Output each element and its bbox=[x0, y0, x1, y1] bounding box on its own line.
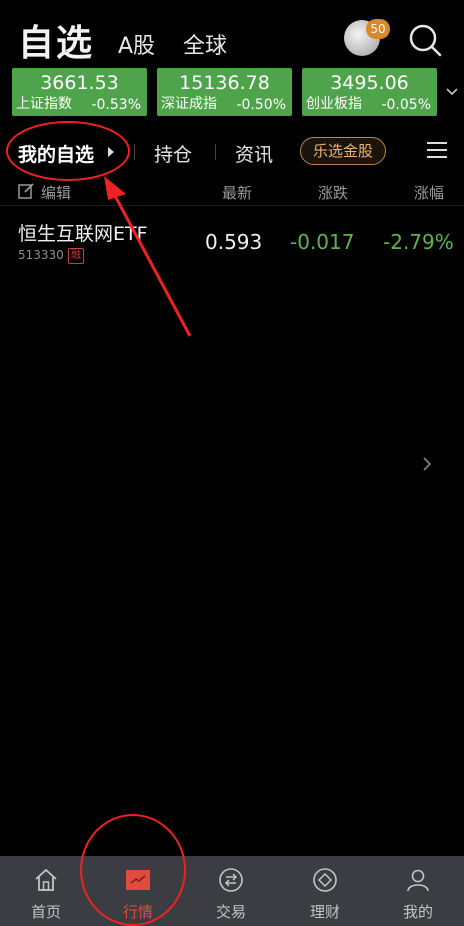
index-card-shanghai[interactable]: 3661.53 上证指数 -0.53% bbox=[12, 68, 147, 116]
nav-label: 首页 bbox=[30, 903, 61, 921]
index-change: -0.53% bbox=[91, 97, 141, 113]
stock-code: 513330 bbox=[18, 248, 64, 262]
nav-label: 交易 bbox=[215, 903, 246, 921]
index-value: 15136.78 bbox=[179, 72, 270, 94]
nav-label: 我的 bbox=[402, 903, 433, 921]
home-icon bbox=[35, 868, 57, 891]
stock-change: -0.017 bbox=[290, 230, 355, 254]
nav-label: 理财 bbox=[309, 903, 340, 921]
tab-news[interactable]: 资讯 bbox=[235, 140, 273, 167]
annotation-circle bbox=[6, 121, 130, 181]
page-title: 自选 bbox=[18, 23, 95, 64]
bottom-nav: 首页 行情 交易 理财 我的 bbox=[0, 856, 464, 926]
edit-icon[interactable] bbox=[17, 182, 35, 200]
nav-finance[interactable]: 理财 bbox=[279, 856, 371, 926]
nav-profile[interactable]: 我的 bbox=[372, 856, 464, 926]
index-value: 3495.06 bbox=[330, 72, 409, 94]
trade-icon bbox=[219, 868, 243, 892]
margin-badge: 融 bbox=[68, 248, 84, 264]
index-value: 3661.53 bbox=[40, 72, 119, 94]
nav-home[interactable]: 首页 bbox=[0, 856, 92, 926]
tab-global[interactable]: 全球 bbox=[183, 28, 227, 60]
index-change: -0.05% bbox=[381, 97, 431, 113]
edit-button[interactable]: 编辑 bbox=[41, 182, 71, 203]
index-card-shenzhen[interactable]: 15136.78 深证成指 -0.50% bbox=[157, 68, 292, 116]
annotation-circle bbox=[80, 814, 186, 926]
divider bbox=[0, 205, 464, 206]
search-icon[interactable] bbox=[405, 20, 445, 60]
tab-holdings[interactable]: 持仓 bbox=[154, 140, 192, 167]
column-latest[interactable]: 最新 bbox=[222, 182, 252, 203]
index-name: 深证成指 bbox=[161, 96, 217, 112]
menu-icon[interactable] bbox=[426, 141, 448, 159]
index-name: 创业板指 bbox=[306, 96, 362, 112]
stock-change-pct: -2.79% bbox=[383, 230, 454, 254]
index-card-chinext[interactable]: 3495.06 创业板指 -0.05% bbox=[302, 68, 437, 116]
divider bbox=[215, 144, 216, 160]
tab-a-shares[interactable]: A股 bbox=[118, 28, 155, 60]
column-change-pct[interactable]: 涨幅 bbox=[414, 182, 444, 203]
index-change: -0.50% bbox=[236, 97, 286, 113]
gold-pick-button[interactable]: 乐选金股 bbox=[300, 137, 386, 165]
nav-trade[interactable]: 交易 bbox=[185, 856, 277, 926]
chevron-right-icon[interactable] bbox=[422, 456, 432, 472]
stock-latest: 0.593 bbox=[205, 230, 263, 254]
chevron-down-icon[interactable] bbox=[445, 86, 459, 98]
index-name: 上证指数 bbox=[16, 96, 72, 112]
stock-name: 恒生互联网ETF bbox=[18, 223, 148, 245]
divider bbox=[134, 144, 135, 160]
column-change[interactable]: 涨跌 bbox=[318, 182, 348, 203]
avatar-badge: 50 bbox=[366, 19, 390, 39]
finance-icon bbox=[313, 868, 337, 892]
profile-icon bbox=[407, 869, 429, 892]
